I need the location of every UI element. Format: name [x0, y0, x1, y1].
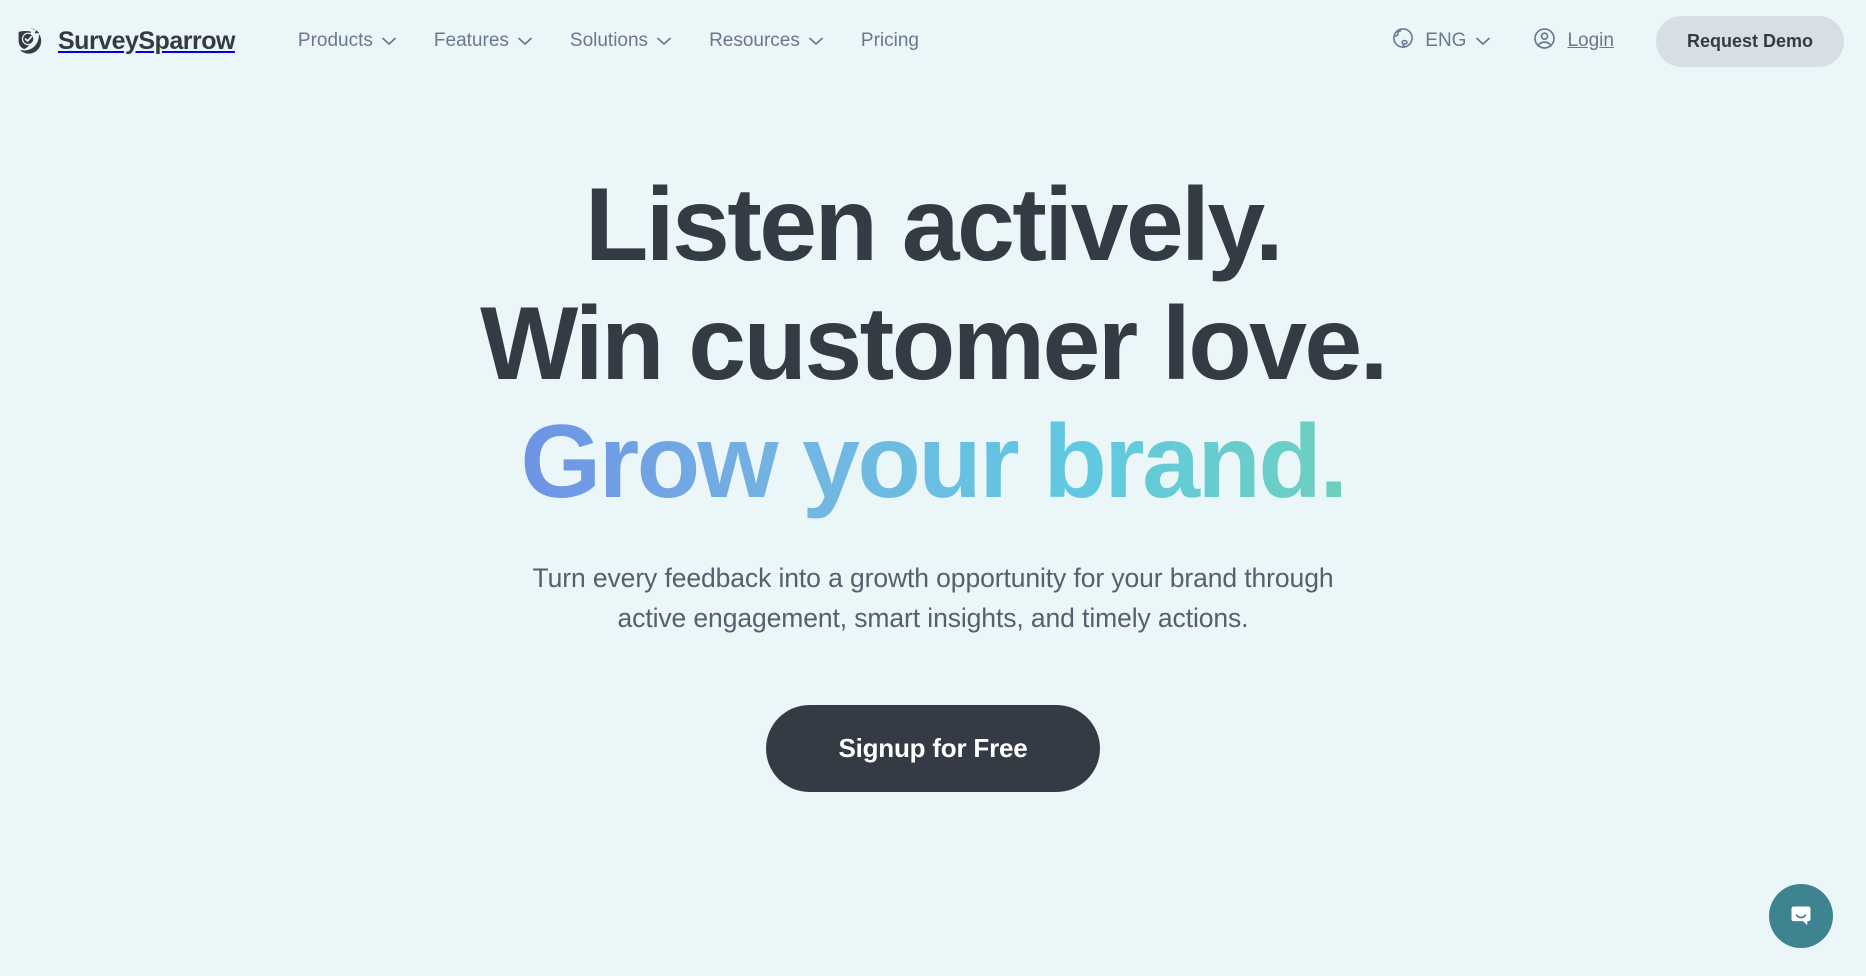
chevron-down-icon — [809, 37, 823, 46]
chevron-down-icon — [382, 37, 396, 46]
main-navigation: Products Features Solutions Resources Pr… — [279, 20, 938, 62]
login-link[interactable]: Login — [1518, 18, 1628, 65]
user-circle-icon — [1532, 26, 1557, 57]
language-selector[interactable]: ENG — [1381, 18, 1500, 64]
headline-line-3-gradient: Grow your brand. — [0, 403, 1866, 522]
sparrow-shield-check-icon — [14, 24, 48, 58]
hero-headline: Listen actively. Win customer love. Grow… — [0, 166, 1866, 522]
nav-item-products[interactable]: Products — [279, 20, 415, 62]
nav-item-label: Products — [297, 30, 373, 51]
chat-bubble-smile-icon — [1785, 899, 1817, 934]
brand-name: SurveySparrow — [58, 26, 235, 55]
chevron-down-icon — [657, 37, 671, 46]
language-label: ENG — [1425, 30, 1467, 51]
nav-item-label: Solutions — [569, 30, 649, 51]
headline-line-1: Listen actively. — [584, 167, 1284, 283]
nav-item-solutions[interactable]: Solutions — [551, 20, 690, 62]
site-header: SurveySparrow Products Features Solution… — [0, 0, 1866, 82]
nav-item-label: Pricing — [860, 30, 919, 51]
hero-subheading: Turn every feedback into a growth opport… — [0, 558, 1866, 640]
chevron-down-icon — [1476, 30, 1491, 52]
login-label: Login — [1567, 30, 1614, 51]
brand-logo-link[interactable]: SurveySparrow — [14, 24, 235, 58]
subheading-line-1: Turn every feedback into a growth opport… — [532, 562, 1334, 593]
hero-section: Listen actively. Win customer love. Grow… — [0, 82, 1866, 793]
nav-item-resources[interactable]: Resources — [690, 20, 842, 62]
chat-launcher-button[interactable] — [1769, 884, 1833, 948]
headline-line-2: Win customer love. — [480, 285, 1388, 402]
nav-item-label: Features — [433, 30, 509, 51]
subheading-line-2: active engagement, smart insights, and t… — [617, 603, 1249, 634]
header-actions: ENG Login Request Demo — [1381, 15, 1844, 67]
signup-for-free-button[interactable]: Signup for Free — [766, 705, 1100, 793]
chevron-down-icon — [518, 37, 532, 46]
globe-icon — [1391, 26, 1415, 56]
nav-item-label: Resources — [709, 30, 800, 51]
nav-item-features[interactable]: Features — [415, 20, 551, 62]
nav-item-pricing[interactable]: Pricing — [842, 20, 938, 62]
request-demo-button[interactable]: Request Demo — [1655, 15, 1844, 67]
hero-cta-container: Signup for Free — [0, 705, 1866, 793]
